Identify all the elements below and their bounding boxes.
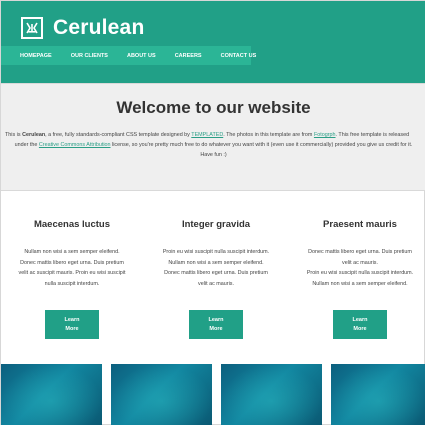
column-text-line: Nullam non wisi a sem semper eleifend. <box>168 259 264 266</box>
license-link[interactable]: Creative Commons Attribution <box>39 142 111 148</box>
templated-link[interactable]: TEMPLATED <box>191 132 223 138</box>
welcome-text-segment: license, so you're pretty much free to d… <box>110 142 413 148</box>
button-label: More <box>353 325 367 332</box>
gallery-image[interactable] <box>221 364 322 425</box>
welcome-section: Welcome to our website This is Cerulean,… <box>1 83 425 191</box>
learn-more-button[interactable]: Learn More <box>333 310 387 339</box>
welcome-line-2: under the Creative Commons Attribution l… <box>1 140 425 150</box>
column-text: Donec mattis libero eget urna. Duis pret… <box>300 247 420 289</box>
nav-about-us[interactable]: ABOUT US <box>127 53 156 59</box>
site-header: Cerulean HOMEPAGE OUR CLIENTS ABOUT US C… <box>1 1 425 83</box>
nav-homepage[interactable]: HOMEPAGE <box>20 53 52 59</box>
column-text-line: velit ac mauris. <box>342 259 378 266</box>
column-title: Integer gravida <box>181 219 251 230</box>
column-text-line: Donec mattis libero eget urna. Duis pret… <box>164 270 268 276</box>
feature-column: Maecenas luctus Nullam non wisi a sem se… <box>12 219 132 339</box>
learn-more-button[interactable]: Learn More <box>45 310 99 339</box>
button-label: More <box>209 325 223 332</box>
column-title: Maecenas luctus <box>33 219 111 230</box>
welcome-line-3: Have fun :) <box>200 152 227 158</box>
welcome-text-segment: This is <box>5 132 23 138</box>
button-label: More <box>65 325 79 332</box>
column-text-line: velit ac suscipit mauris. Proin eu wisi … <box>18 270 126 276</box>
column-text-line: nulla suscipit interdum. <box>44 280 100 287</box>
welcome-text-segment: . The photos in this template are from <box>223 132 314 138</box>
column-text: Nullam non wisi a sem semper eleifend. D… <box>12 247 132 289</box>
welcome-line-1: This is Cerulean, a free, fully standard… <box>5 130 425 140</box>
welcome-heading: Welcome to our website <box>116 98 311 117</box>
logo[interactable]: Cerulean <box>21 16 144 40</box>
welcome-text-segment: , a free, fully standards-compliant CSS … <box>45 132 192 138</box>
column-text-line: Nullam non wisi a sem semper eleifend. <box>24 249 120 255</box>
column-text-line: Donec mattis libero eget urna. Duis pret… <box>308 249 412 255</box>
main-nav: HOMEPAGE OUR CLIENTS ABOUT US CAREERS CO… <box>1 46 256 65</box>
column-text-line: Donec mattis libero eget urna. Duis pret… <box>20 259 124 266</box>
logo-icon <box>21 17 43 39</box>
column-text: Proin eu wisi suscipit nulla suscipit in… <box>156 247 276 289</box>
welcome-text-segment: under the <box>14 142 39 148</box>
site-title: Cerulean <box>53 16 145 39</box>
template-name: Cerulean <box>22 132 46 138</box>
column-title: Praesent mauris <box>323 219 397 230</box>
button-label: Learn <box>208 316 224 323</box>
column-text-line: Proin eu wisi suscipit nulla suscipit in… <box>162 249 270 255</box>
welcome-text: This is Cerulean, a free, fully standard… <box>1 130 425 170</box>
gallery-image[interactable] <box>1 364 102 425</box>
nav-contact-us[interactable]: CONTACT US <box>221 53 257 59</box>
button-label: Learn <box>64 316 80 323</box>
feature-column: Praesent mauris Donec mattis libero eget… <box>300 219 420 339</box>
column-text-line: Nullam non wisi a sem semper eleifend. <box>312 280 408 287</box>
welcome-text-segment: . This free template is released <box>335 132 410 138</box>
button-label: Learn <box>352 316 368 323</box>
nav-careers[interactable]: CAREERS <box>175 53 202 59</box>
learn-more-button[interactable]: Learn More <box>189 310 243 339</box>
column-text-line: Proin eu wisi suscipit nulla suscipit in… <box>306 270 414 276</box>
gallery <box>1 364 425 425</box>
column-text-line: velit ac mauris. <box>198 280 234 287</box>
fotogrph-link[interactable]: Fotogrph <box>314 132 336 138</box>
nav-our-clients[interactable]: OUR CLIENTS <box>71 53 108 59</box>
gallery-image[interactable] <box>111 364 212 425</box>
gallery-image[interactable] <box>331 364 425 425</box>
feature-column: Integer gravida Proin eu wisi suscipit n… <box>156 219 276 339</box>
